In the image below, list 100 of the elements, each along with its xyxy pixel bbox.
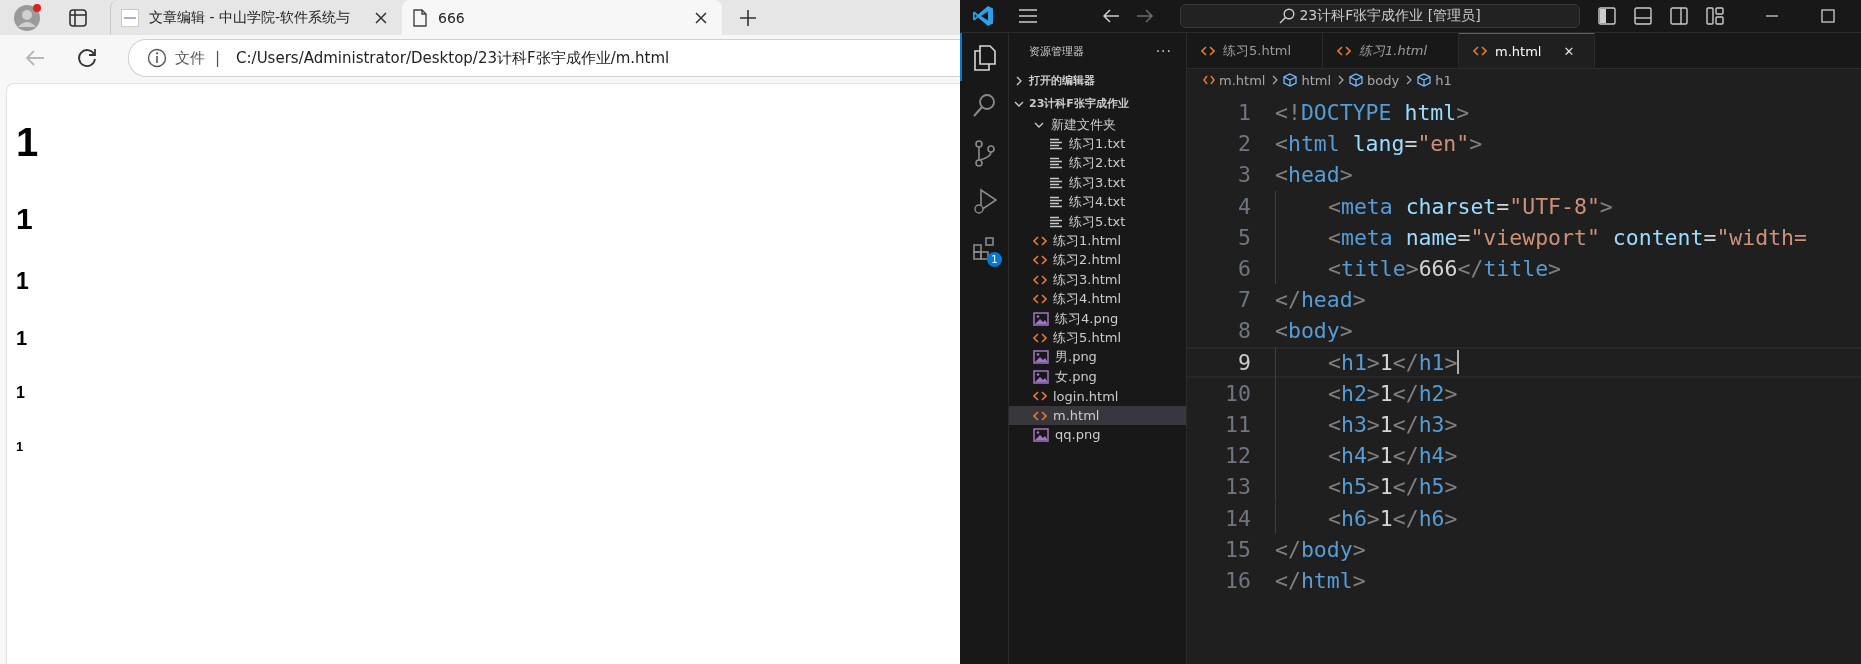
explorer-section-header[interactable]: 23计科F张宇成作业 (1009, 92, 1186, 115)
line-number: 13 (1224, 474, 1251, 500)
file-tree-item[interactable]: 练习2.html (1009, 250, 1186, 271)
text-file-icon (1049, 157, 1063, 170)
file-name: 练习1.txt (1069, 135, 1126, 154)
file-tree-item[interactable]: 新建文件夹 (1009, 115, 1186, 135)
breadcrumb-item[interactable]: body (1367, 72, 1400, 88)
code-file-icon (1033, 235, 1047, 248)
profile-avatar-icon[interactable] (12, 2, 42, 33)
file-tree-item[interactable]: 练习5.txt (1009, 211, 1186, 232)
line-number: 1 (1237, 100, 1251, 126)
code-line: <h1>1</h1> (1328, 349, 1460, 375)
cube-icon (1417, 73, 1432, 87)
layout-grid-icon[interactable] (1706, 7, 1724, 25)
code-file-icon (1201, 44, 1215, 57)
file-tree-item[interactable]: 练习4.txt (1009, 192, 1186, 212)
breadcrumb-item[interactable]: m.html (1219, 72, 1266, 88)
command-center[interactable]: 23计科F张宇成作业 [管理员] (1180, 4, 1580, 28)
code-line: <!DOCTYPE html> (1275, 100, 1470, 126)
file-tree-item[interactable]: 练习1.txt (1009, 134, 1186, 154)
file-name: 练习3.html (1053, 270, 1121, 289)
line-number: 11 (1224, 411, 1251, 437)
heading: 1 (16, 383, 25, 403)
close-icon[interactable] (694, 10, 708, 25)
code-file-icon (1203, 75, 1215, 85)
close-button[interactable]: ✕ (1563, 43, 1575, 59)
breadcrumb-item[interactable]: h1 (1435, 72, 1452, 88)
line-number: 9 (1237, 349, 1251, 375)
file-tree-item[interactable]: 女.png (1009, 367, 1186, 387)
new-tab-icon[interactable] (738, 7, 758, 28)
line-number: 8 (1237, 318, 1251, 344)
back-arrow-icon[interactable] (1102, 8, 1120, 24)
tab-actions-icon[interactable] (68, 7, 88, 28)
file-name: 女.png (1055, 367, 1097, 386)
chevron-right-icon (1337, 74, 1346, 86)
code-line: </head> (1275, 287, 1366, 313)
heading: 1 (16, 201, 33, 237)
code-file-icon (1033, 409, 1047, 422)
file-tree-item[interactable]: 练习2.txt (1009, 153, 1186, 174)
image-file-icon (1033, 369, 1049, 384)
file-name: 练习1.html (1053, 232, 1121, 251)
editor-tab[interactable]: 练习5.html (1187, 33, 1323, 68)
scheme-label: 文件 (175, 48, 205, 68)
window-title: 23计科F张宇成作业 [管理员] (1299, 7, 1481, 25)
code-line: <body> (1275, 318, 1353, 344)
file-name: 练习4.txt (1069, 193, 1126, 212)
file-name: qq.png (1055, 427, 1101, 443)
file-tree-item[interactable]: 练习1.html (1009, 231, 1186, 251)
document-icon (412, 8, 428, 27)
file-tree-item[interactable]: 练习4.png (1009, 308, 1186, 329)
code-file-icon (1033, 293, 1047, 306)
breadcrumb-item[interactable]: html (1301, 72, 1332, 88)
explorer-section-header[interactable]: 打开的编辑器 (1009, 69, 1186, 92)
file-tree-item[interactable]: 练习4.html (1009, 289, 1186, 309)
code-line: <meta name="viewport" content="width= (1328, 224, 1807, 250)
reload-icon[interactable] (76, 47, 98, 69)
file-tree-item[interactable]: 男.png (1009, 347, 1186, 368)
code-line: <meta charset="UTF-8"> (1328, 193, 1613, 219)
file-name: 练习4.html (1053, 290, 1121, 309)
cube-icon (1349, 73, 1364, 87)
forward-arrow-icon[interactable] (1136, 8, 1154, 24)
editor-tab[interactable]: m.html ✕ (1459, 33, 1595, 68)
file-tree-item[interactable]: 练习3.html (1009, 270, 1186, 290)
text-cursor (1457, 350, 1460, 375)
file-name: 男.png (1055, 348, 1097, 367)
line-number: 4 (1237, 193, 1251, 219)
code-line: <h4>1</h4> (1328, 443, 1458, 469)
tab-label: 练习1.html (1359, 41, 1427, 60)
code-line: <h5>1</h5> (1328, 474, 1458, 500)
info-icon[interactable] (147, 48, 167, 68)
line-number: 5 (1237, 224, 1251, 250)
toggle-secondary-sidebar-icon[interactable] (1670, 7, 1688, 25)
maximize-icon[interactable] (1820, 8, 1836, 24)
file-name: m.html (1053, 408, 1100, 424)
file-tree-item[interactable]: 练习5.html (1009, 328, 1186, 348)
text-file-icon (1049, 176, 1063, 189)
menu-icon[interactable] (1018, 8, 1038, 24)
heading: 1 (16, 439, 24, 455)
toggle-sidebar-icon[interactable] (1598, 7, 1616, 25)
code-line: </body> (1275, 536, 1366, 562)
address-bar[interactable]: 文件 | C:/Users/Administrator/Desktop/23计科F张宇成作业/m.html (128, 39, 960, 77)
run-debug-icon (971, 187, 999, 215)
more-actions-button[interactable]: ··· (1155, 43, 1172, 59)
code-line: <html lang="en"> (1275, 131, 1483, 157)
file-name: 练习3.txt (1069, 173, 1126, 192)
file-tree-item[interactable]: qq.png (1009, 425, 1186, 445)
file-tree-item[interactable]: m.html (1009, 405, 1186, 426)
file-tree-item[interactable]: 练习3.txt (1009, 173, 1186, 193)
code-file-icon (1337, 44, 1351, 57)
tab-title: 666 (438, 9, 466, 26)
line-number: 2 (1237, 131, 1251, 157)
file-tree-item[interactable]: login.html (1009, 386, 1186, 406)
file-name: 新建文件夹 (1051, 115, 1116, 134)
close-icon[interactable] (374, 10, 388, 25)
heading: 1 (16, 119, 39, 166)
toggle-panel-icon[interactable] (1634, 7, 1652, 25)
heading: 1 (16, 326, 28, 350)
image-file-icon (1033, 427, 1049, 442)
browser-tab[interactable]: 666 (402, 0, 722, 35)
activity-item[interactable]: 1 (960, 225, 1008, 273)
